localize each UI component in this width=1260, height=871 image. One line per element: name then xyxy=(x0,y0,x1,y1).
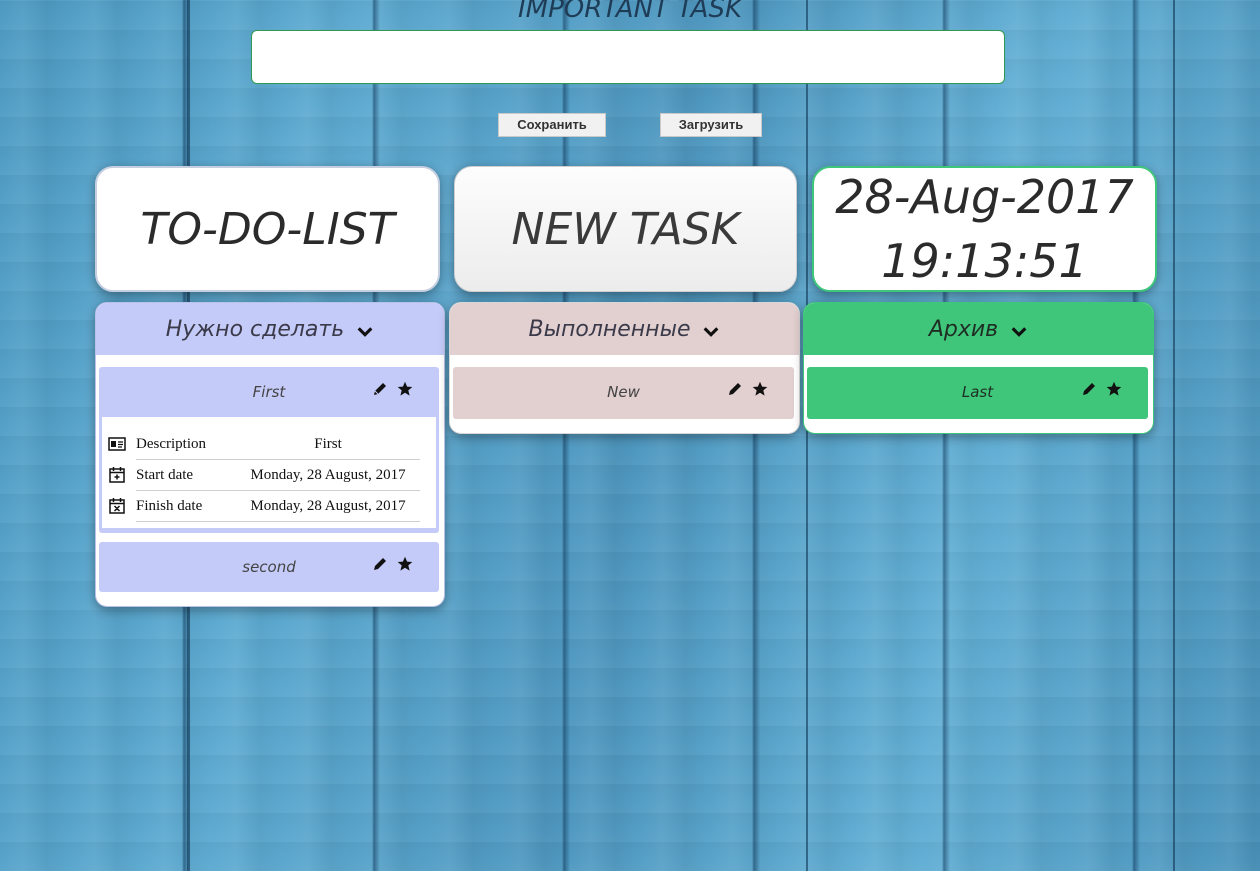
todo-list-title: TO-DO-LIST xyxy=(140,203,395,255)
column-done-title: Выполненные xyxy=(528,316,691,342)
new-task-button[interactable]: NEW TASK xyxy=(454,166,797,292)
task-name: Last xyxy=(961,383,994,401)
important-task-input[interactable] xyxy=(251,30,1005,84)
star-icon[interactable] xyxy=(1106,381,1122,397)
important-task-title: IMPORTANT TASK xyxy=(517,0,743,24)
pencil-icon[interactable] xyxy=(372,381,388,397)
pencil-icon[interactable] xyxy=(1081,381,1097,397)
task-name: New xyxy=(607,383,640,401)
task-card[interactable]: Last xyxy=(807,367,1148,419)
star-icon[interactable] xyxy=(397,381,413,397)
save-button[interactable]: Сохранить xyxy=(498,113,606,137)
task-header[interactable]: New xyxy=(453,367,794,417)
column-todo-title: Нужно сделать xyxy=(165,316,345,342)
task-card[interactable]: First Description First Start date Monda… xyxy=(99,367,439,533)
pencil-icon[interactable] xyxy=(372,556,388,572)
task-header[interactable]: Last xyxy=(807,367,1148,417)
calendar-plus-icon xyxy=(109,467,125,483)
new-task-label: NEW TASK xyxy=(511,203,740,255)
finish-date-value: Monday, 28 August, 2017 xyxy=(250,497,406,514)
detail-row-description: Description First xyxy=(108,429,420,460)
start-date-label: Start date xyxy=(136,466,194,483)
chevron-down-icon[interactable] xyxy=(1010,323,1028,341)
clock-tile: 28-Aug-2017 19:13:51 xyxy=(812,166,1157,292)
task-card[interactable]: New xyxy=(453,367,794,419)
column-archive-header[interactable]: Архив xyxy=(804,303,1153,355)
wood-seam xyxy=(1173,0,1175,871)
column-done: Выполненные New xyxy=(449,302,800,434)
load-button[interactable]: Загрузить xyxy=(660,113,762,137)
chevron-down-icon[interactable] xyxy=(356,323,374,341)
id-card-icon xyxy=(108,437,126,451)
wood-seam xyxy=(806,0,808,871)
clock-date: 28-Aug-2017 xyxy=(835,170,1134,224)
todo-list-tile: TO-DO-LIST xyxy=(95,166,440,292)
chevron-down-icon[interactable] xyxy=(702,323,720,341)
description-label: Description xyxy=(136,435,206,452)
task-header[interactable]: First xyxy=(99,367,439,417)
star-icon[interactable] xyxy=(752,381,768,397)
detail-row-finish: Finish date Monday, 28 August, 2017 xyxy=(109,491,420,522)
description-value: First xyxy=(314,435,342,452)
column-archive-title: Архив xyxy=(928,316,999,342)
task-details: Description First Start date Monday, 28 … xyxy=(102,417,436,528)
column-todo: Нужно сделать First Description First St… xyxy=(95,302,445,607)
task-name: second xyxy=(242,558,296,576)
column-archive: Архив Last xyxy=(803,302,1154,434)
pencil-icon[interactable] xyxy=(727,381,743,397)
column-todo-header[interactable]: Нужно сделать xyxy=(96,303,444,355)
task-header[interactable]: second xyxy=(99,542,439,592)
start-date-value: Monday, 28 August, 2017 xyxy=(250,466,406,483)
clock-time: 19:13:51 xyxy=(881,234,1088,288)
calendar-x-icon xyxy=(109,498,125,514)
finish-date-label: Finish date xyxy=(136,497,203,514)
star-icon[interactable] xyxy=(397,556,413,572)
task-card[interactable]: second xyxy=(99,542,439,592)
column-done-header[interactable]: Выполненные xyxy=(450,303,799,355)
task-name: First xyxy=(252,383,286,401)
detail-row-start: Start date Monday, 28 August, 2017 xyxy=(109,460,420,491)
